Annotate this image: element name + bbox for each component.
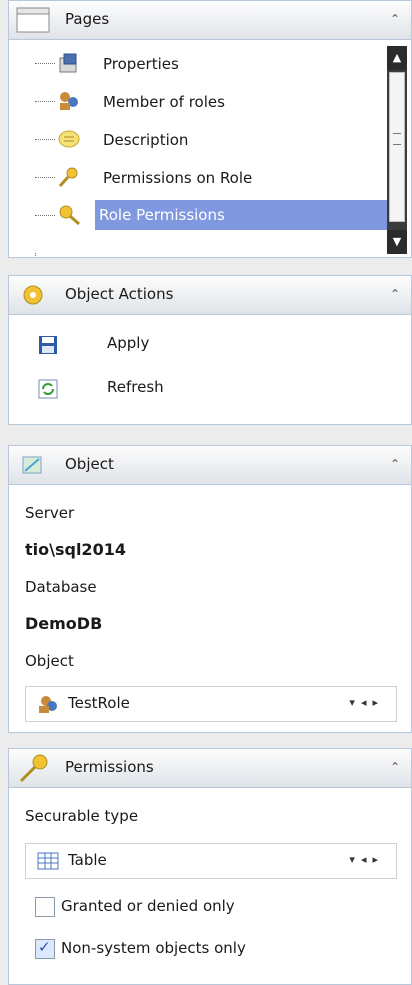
object-icon bbox=[15, 450, 53, 480]
collapse-icon[interactable]: ⌃ bbox=[387, 286, 403, 302]
tree-item-label: Role Permissions bbox=[95, 200, 398, 230]
refresh-icon bbox=[37, 378, 59, 400]
non-system-label[interactable]: Non-system objects only bbox=[61, 939, 246, 957]
apply-label: Apply bbox=[107, 334, 150, 352]
securable-type-select[interactable]: Table ▾◂▸ bbox=[25, 843, 397, 879]
object-actions-header[interactable]: Object Actions ⌃ bbox=[9, 276, 411, 315]
pages-scrollbar[interactable]: ▲ ▼ bbox=[387, 46, 407, 254]
object-label: Object bbox=[25, 652, 74, 670]
properties-icon bbox=[57, 52, 81, 74]
role-permissions-icon bbox=[57, 204, 81, 226]
scroll-thumb[interactable] bbox=[389, 72, 405, 222]
combo-arrows-icon[interactable]: ▾◂▸ bbox=[349, 696, 384, 709]
role-icon bbox=[36, 693, 60, 715]
refresh-label: Refresh bbox=[107, 378, 164, 396]
tree-item-member-of-roles[interactable]: Member of roles bbox=[17, 84, 387, 118]
permissions-header[interactable]: Permissions ⌃ bbox=[9, 749, 411, 788]
securable-type-label: Securable type bbox=[25, 807, 139, 825]
database-label: Database bbox=[25, 578, 97, 596]
pages-icon bbox=[15, 5, 53, 35]
collapse-icon[interactable]: ⌃ bbox=[387, 759, 403, 775]
pages-tree: Properties Member of roles Description P… bbox=[17, 46, 398, 252]
tree-item-permissions-on-role[interactable]: Permissions on Role bbox=[17, 160, 387, 194]
save-icon bbox=[37, 334, 59, 356]
table-icon bbox=[36, 850, 60, 872]
gear-icon bbox=[15, 280, 53, 310]
object-select-value: TestRole bbox=[68, 694, 130, 712]
server-label: Server bbox=[25, 504, 75, 522]
description-icon bbox=[57, 128, 81, 150]
collapse-icon[interactable]: ⌃ bbox=[387, 456, 403, 472]
tree-item-properties[interactable]: Properties bbox=[17, 46, 387, 80]
tree-item-label: Permissions on Role bbox=[103, 169, 253, 187]
pages-header[interactable]: Pages ⌃ bbox=[9, 1, 411, 40]
collapse-icon[interactable]: ⌃ bbox=[387, 11, 403, 27]
permissions-panel: Permissions ⌃ Securable type Table ▾◂▸ G… bbox=[8, 748, 412, 985]
tree-item-role-permissions[interactable]: Role Permissions bbox=[17, 198, 398, 232]
object-title: Object bbox=[65, 455, 114, 473]
object-actions-title: Object Actions bbox=[65, 285, 174, 303]
roles-icon bbox=[57, 90, 81, 112]
server-value: tio\sql2014 bbox=[25, 540, 126, 559]
database-value: DemoDB bbox=[25, 614, 103, 633]
non-system-checkbox[interactable] bbox=[35, 938, 55, 959]
refresh-button[interactable]: Refresh bbox=[27, 372, 387, 406]
tree-item-label: Properties bbox=[103, 55, 179, 73]
scroll-down-arrow-icon[interactable]: ▼ bbox=[387, 230, 407, 254]
pages-panel: Pages ⌃ Properties Member of roles Descr… bbox=[8, 0, 412, 258]
object-panel: Object ⌃ Server tio\sql2014 Database Dem… bbox=[8, 445, 412, 733]
key-icon bbox=[57, 166, 81, 188]
object-header[interactable]: Object ⌃ bbox=[9, 446, 411, 485]
securable-type-value: Table bbox=[68, 851, 107, 869]
granted-only-label[interactable]: Granted or denied only bbox=[61, 897, 235, 915]
tree-item-description[interactable]: Description bbox=[17, 122, 387, 156]
tree-item-label: Member of roles bbox=[103, 93, 225, 111]
tree-item-label: Description bbox=[103, 131, 189, 149]
object-select[interactable]: TestRole ▾◂▸ bbox=[25, 686, 397, 722]
apply-button[interactable]: Apply bbox=[27, 328, 387, 362]
granted-only-checkbox[interactable] bbox=[35, 897, 55, 917]
scroll-up-arrow-icon[interactable]: ▲ bbox=[387, 46, 407, 70]
permissions-title: Permissions bbox=[65, 758, 154, 776]
key-icon bbox=[15, 753, 53, 783]
pages-title: Pages bbox=[65, 10, 110, 28]
object-actions-panel: Object Actions ⌃ Apply Refresh bbox=[8, 275, 412, 425]
combo-arrows-icon[interactable]: ▾◂▸ bbox=[349, 853, 384, 866]
